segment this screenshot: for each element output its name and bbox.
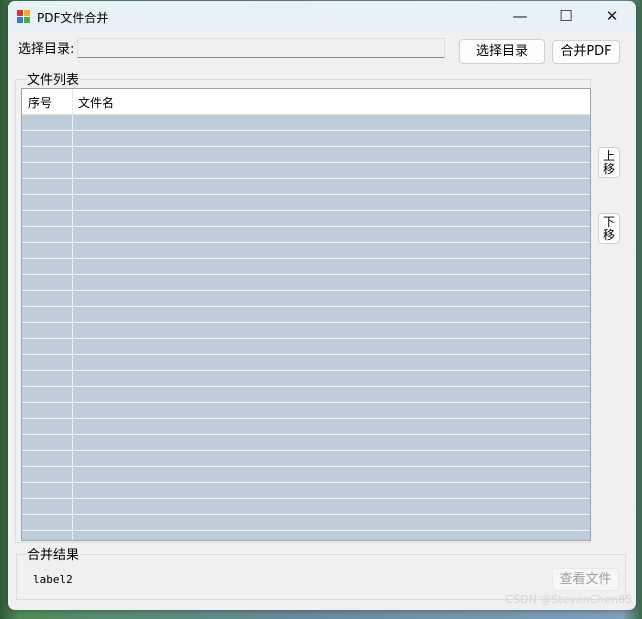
maximize-button[interactable]: ☐ — [543, 1, 589, 32]
view-file-button[interactable]: 查看文件 — [552, 568, 619, 591]
column-divider — [72, 115, 73, 540]
minimize-button[interactable]: — — [497, 1, 543, 32]
table-row-empty[interactable] — [22, 291, 590, 307]
table-row-empty[interactable] — [22, 387, 590, 403]
table-row-empty[interactable] — [22, 515, 590, 531]
table-row-empty[interactable] — [22, 275, 590, 291]
dir-input[interactable] — [77, 38, 445, 58]
merge-pdf-button[interactable]: 合并PDF — [552, 40, 620, 64]
table-row-empty[interactable] — [22, 371, 590, 387]
table-row-empty[interactable] — [22, 243, 590, 259]
table-row-empty[interactable] — [22, 483, 590, 499]
table-row-empty[interactable] — [22, 115, 590, 131]
move-up-button[interactable]: 上移 — [598, 147, 620, 178]
table-row-empty[interactable] — [22, 451, 590, 467]
app-window: PDF文件合并 — ☐ ✕ 选择目录: 选择目录 合并PDF 文件列表 序号 文… — [8, 1, 636, 610]
table-row-empty[interactable] — [22, 419, 590, 435]
file-list-title: 文件列表 — [26, 69, 81, 88]
table-row-empty[interactable] — [22, 211, 590, 227]
file-list-grid[interactable]: 序号 文件名 — [21, 88, 591, 541]
table-row-empty[interactable] — [22, 179, 590, 195]
title-bar: PDF文件合并 — ☐ ✕ — [8, 1, 636, 32]
window-title: PDF文件合并 — [37, 11, 109, 25]
table-row-empty[interactable] — [22, 467, 590, 483]
table-row-empty[interactable] — [22, 163, 590, 179]
column-header-filename[interactable]: 文件名 — [78, 94, 114, 111]
app-icon — [17, 10, 30, 23]
move-down-button[interactable]: 下移 — [598, 213, 620, 244]
table-row-empty[interactable] — [22, 227, 590, 243]
grid-rows — [22, 115, 590, 531]
result-title: 合并结果 — [26, 544, 81, 563]
close-button[interactable]: ✕ — [589, 1, 635, 32]
table-row-empty[interactable] — [22, 195, 590, 211]
table-row-empty[interactable] — [22, 307, 590, 323]
choose-dir-button[interactable]: 选择目录 — [459, 39, 545, 64]
table-row-empty[interactable] — [22, 147, 590, 163]
table-row-empty[interactable] — [22, 323, 590, 339]
table-row-empty[interactable] — [22, 131, 590, 147]
table-row-empty[interactable] — [22, 499, 590, 515]
header-divider — [72, 89, 73, 115]
table-row-empty[interactable] — [22, 339, 590, 355]
table-row-empty[interactable] — [22, 355, 590, 371]
dir-label: 选择目录: — [18, 42, 75, 57]
grid-header: 序号 文件名 — [22, 89, 590, 115]
table-row-empty[interactable] — [22, 259, 590, 275]
column-header-index[interactable]: 序号 — [28, 94, 52, 111]
result-label: label2 — [33, 573, 73, 586]
table-row-empty[interactable] — [22, 403, 590, 419]
watermark: CSDN @StevenChen85 — [505, 593, 632, 606]
table-row-empty[interactable] — [22, 435, 590, 451]
